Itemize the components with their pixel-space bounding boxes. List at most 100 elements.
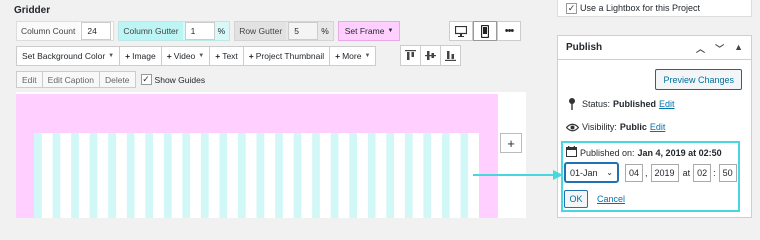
chevron-up-icon[interactable]: ︿ (696, 42, 705, 55)
column-count-field: Column Count 24 (16, 21, 115, 41)
phone-view-button[interactable] (473, 21, 497, 41)
more-options-button[interactable]: ••• (497, 21, 521, 41)
frame-area (16, 94, 498, 218)
add-text-button[interactable]: + Text (209, 46, 244, 66)
month-select[interactable]: 01-Jan ⌄ (564, 162, 619, 183)
plus-icon: + (166, 51, 172, 61)
visibility-edit-link[interactable]: Edit (650, 122, 666, 132)
item-toolbar: Edit Edit Caption Delete ✓ Show Guides (16, 71, 205, 88)
checkbox-checked-icon[interactable]: ✓ (140, 74, 152, 85)
column-gutter-guide (301, 133, 313, 218)
preview-changes-button[interactable]: Preview Changes (655, 69, 742, 90)
align-bottom-icon (445, 51, 456, 61)
add-text-label: Text (222, 51, 238, 61)
publish-header: Publish ︿ ﹀ ▲ (558, 36, 751, 60)
set-frame-button[interactable]: Set Frame ▼ (337, 21, 401, 41)
add-image-button[interactable]: + Image (119, 46, 162, 66)
align-middle-button[interactable] (420, 45, 441, 66)
column-gutter-label: Column Gutter (119, 22, 183, 40)
column-guides (34, 133, 479, 218)
column-gutter-guide (412, 133, 424, 218)
show-guides-label: Show Guides (154, 74, 206, 85)
edit-caption-button[interactable]: Edit Caption (41, 71, 100, 88)
collapse-triangle-icon[interactable]: ▲ (734, 42, 743, 55)
column-gutter-guide (357, 133, 368, 218)
column-separator (533, 0, 555, 218)
desktop-view-button[interactable] (449, 21, 473, 41)
column-gutter-guide (319, 133, 331, 218)
chevron-down-icon: ⌄ (606, 168, 613, 177)
align-top-icon (405, 50, 416, 60)
row-gutter-input[interactable]: 5 (288, 22, 319, 40)
grid-canvas (16, 92, 526, 218)
visibility-value: Public (619, 122, 647, 132)
gridder-panel: Gridder Column Count 24 Column Gutter 1 … (0, 0, 533, 218)
column-gutter-guide (97, 133, 109, 218)
edit-button[interactable]: Edit (16, 71, 43, 88)
day-input[interactable]: 04 (625, 163, 644, 182)
publish-title: Publish (566, 42, 603, 53)
column-gutter-guide (245, 133, 257, 218)
add-more-button[interactable]: + More ▼ (329, 46, 377, 66)
gridder-title: Gridder (14, 5, 51, 16)
row-gutter-label: Row Gutter (235, 22, 287, 40)
column-gutter-guide (264, 133, 276, 218)
column-gutter-guide (394, 133, 405, 218)
column-gutter-input[interactable]: 1 (184, 22, 215, 40)
caret-down-icon: ▼ (108, 53, 115, 59)
status-row: Status: Published Edit (565, 98, 675, 110)
set-background-color-button[interactable]: Set Background Color ▼ (16, 46, 121, 66)
plus-icon: + (335, 51, 341, 61)
add-project-thumbnail-button[interactable]: + Project Thumbnail (242, 46, 331, 66)
column-gutter-guide (60, 133, 72, 218)
plus-icon: + (125, 51, 131, 61)
column-count-label: Column Count (17, 22, 80, 40)
desktop-icon (455, 25, 467, 37)
column-gutter-field: Column Gutter 1 % (118, 21, 231, 41)
plus-icon: + (215, 51, 221, 61)
column-gutter-guide (431, 133, 442, 218)
column-gutter-guide (227, 133, 238, 218)
add-video-button[interactable]: + Video ▼ (160, 46, 211, 66)
column-gutter-guide (375, 133, 387, 218)
phone-icon (481, 24, 489, 38)
column-gutter-guide (282, 133, 294, 218)
column-gutter-guide (338, 133, 350, 218)
column-guide-lines (41, 133, 479, 218)
column-gutter-guide (190, 133, 201, 218)
chevron-down-icon[interactable]: ﹀ (715, 42, 724, 55)
plus-icon: + (248, 51, 254, 61)
row-gutter-field: Row Gutter 5 % (234, 21, 334, 41)
align-bottom-button[interactable] (440, 45, 461, 66)
lightbox-label: Use a Lightbox for this Project (580, 3, 701, 13)
month-value: 01-Jan (570, 167, 598, 178)
checkbox-checked-icon[interactable]: ✓ (566, 2, 577, 14)
align-top-button[interactable] (400, 45, 421, 66)
status-edit-link[interactable]: Edit (659, 99, 675, 109)
add-video-label: Video (173, 51, 196, 61)
published-on-label: Published on: (580, 147, 635, 158)
column-gutter-guide (116, 133, 127, 218)
pointer-arrow (473, 170, 563, 180)
row-gutter-unit: % (321, 26, 329, 36)
column-count-input[interactable]: 24 (81, 22, 112, 40)
visibility-label: Visibility: (582, 122, 617, 132)
colon-separator: : (713, 167, 716, 178)
year-input[interactable]: 2019 (650, 163, 679, 182)
more-icon: ••• (504, 25, 515, 37)
caret-down-icon: ▼ (364, 53, 371, 59)
show-guides-toggle[interactable]: ✓ Show Guides (140, 71, 206, 88)
add-row-button[interactable]: + (500, 133, 522, 153)
published-on-row: Published on: Jan 4, 2019 at 02:50 (566, 146, 722, 159)
hour-input[interactable]: 02 (693, 163, 712, 182)
cancel-link[interactable]: Cancel (597, 194, 625, 204)
caret-down-icon: ▼ (387, 28, 394, 34)
lightbox-option[interactable]: ✓ Use a Lightbox for this Project (557, 0, 752, 17)
ok-button[interactable]: OK (564, 190, 588, 208)
column-gutter-guide (41, 133, 53, 218)
delete-button[interactable]: Delete (98, 71, 136, 88)
align-buttons (400, 45, 461, 66)
column-gutter-guide (153, 133, 164, 218)
add-project-thumbnail-label: Project Thumbnail (255, 51, 325, 61)
minute-input[interactable]: 50 (718, 163, 737, 182)
